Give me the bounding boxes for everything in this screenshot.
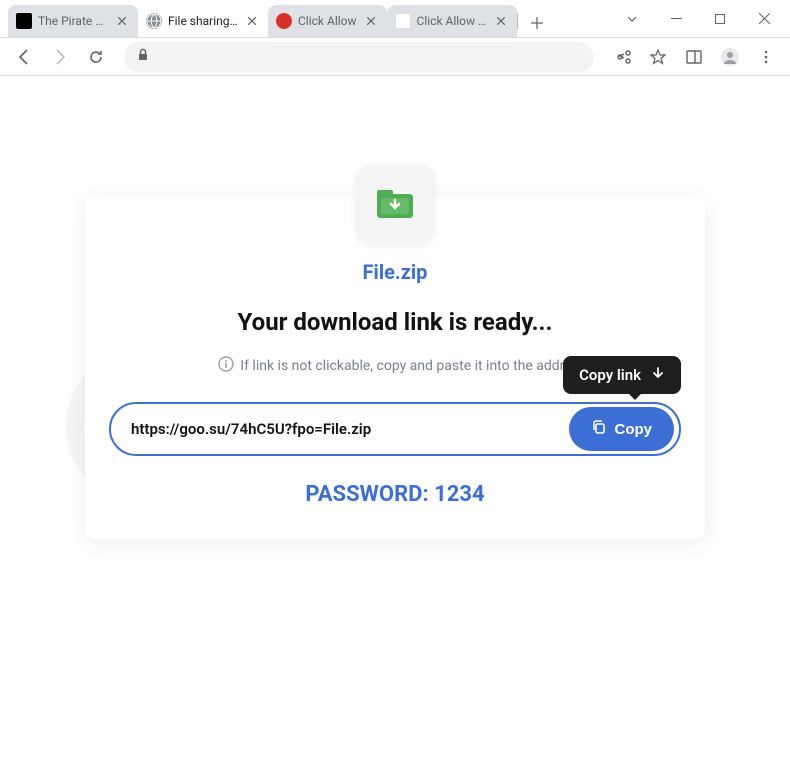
window-controls [610,0,790,37]
headline: Your download link is ready... [109,308,681,336]
reload-button[interactable] [80,41,112,73]
copy-button[interactable]: Copy [569,407,675,451]
hint-text: If link is not clickable, copy and paste… [240,358,571,374]
share-icon[interactable] [606,41,638,73]
tab-favicon-red [276,13,292,29]
filename: File.zip [109,260,681,284]
tab-pirate-bay[interactable]: The Pirate Bay [8,5,138,37]
password-text: PASSWORD: 1234 [109,482,681,507]
copy-tooltip: Copy link [563,356,681,394]
tab-click-allow-1[interactable]: Click Allow [268,5,387,37]
tooltip-text: Copy link [579,366,641,384]
back-button[interactable] [8,41,40,73]
tab-title: Click Allow [298,14,357,28]
bookmark-icon[interactable] [642,41,674,73]
tab-click-allow-2[interactable]: Click Allow if y [387,5,517,37]
info-icon [218,356,234,376]
minimize-button[interactable] [654,4,698,34]
tab-title: Click Allow if y [417,14,487,28]
chevron-down-icon[interactable] [610,4,654,34]
tab-favicon-pirate [16,13,32,29]
close-icon[interactable] [244,13,260,29]
tab-title: File sharing se [168,14,238,28]
close-icon[interactable] [493,13,509,29]
tab-strip: The Pirate Bay File sharing se Click All… [0,0,610,37]
maximize-button[interactable] [698,4,742,34]
tab-favicon-other [395,13,411,29]
file-icon [355,164,435,244]
toolbar-actions [606,41,782,73]
copy-label: Copy [615,421,653,438]
browser-toolbar [0,38,790,76]
address-bar[interactable] [124,42,594,72]
link-row: Copy link https://goo.su/74hC5U?fpo=File… [109,402,681,456]
profile-icon[interactable] [714,41,746,73]
side-panel-icon[interactable] [678,41,710,73]
close-icon[interactable] [363,13,379,29]
lock-icon [136,47,150,66]
tab-file-sharing[interactable]: File sharing se [138,5,268,37]
copy-icon [591,419,607,439]
close-icon[interactable] [114,13,130,29]
tab-favicon-globe [146,13,162,29]
menu-icon[interactable] [750,41,782,73]
close-window-button[interactable] [742,4,786,34]
tab-title: The Pirate Bay [38,14,108,28]
download-card: File.zip Your download link is ready... … [85,196,705,539]
window-titlebar: The Pirate Bay File sharing se Click All… [0,0,790,38]
forward-button[interactable] [44,41,76,73]
new-tab-button[interactable] [523,9,551,37]
download-link[interactable]: https://goo.su/74hC5U?fpo=File.zip [131,420,569,438]
arrow-down-icon [651,366,665,384]
page-content: File.zip Your download link is ready... … [0,76,790,776]
